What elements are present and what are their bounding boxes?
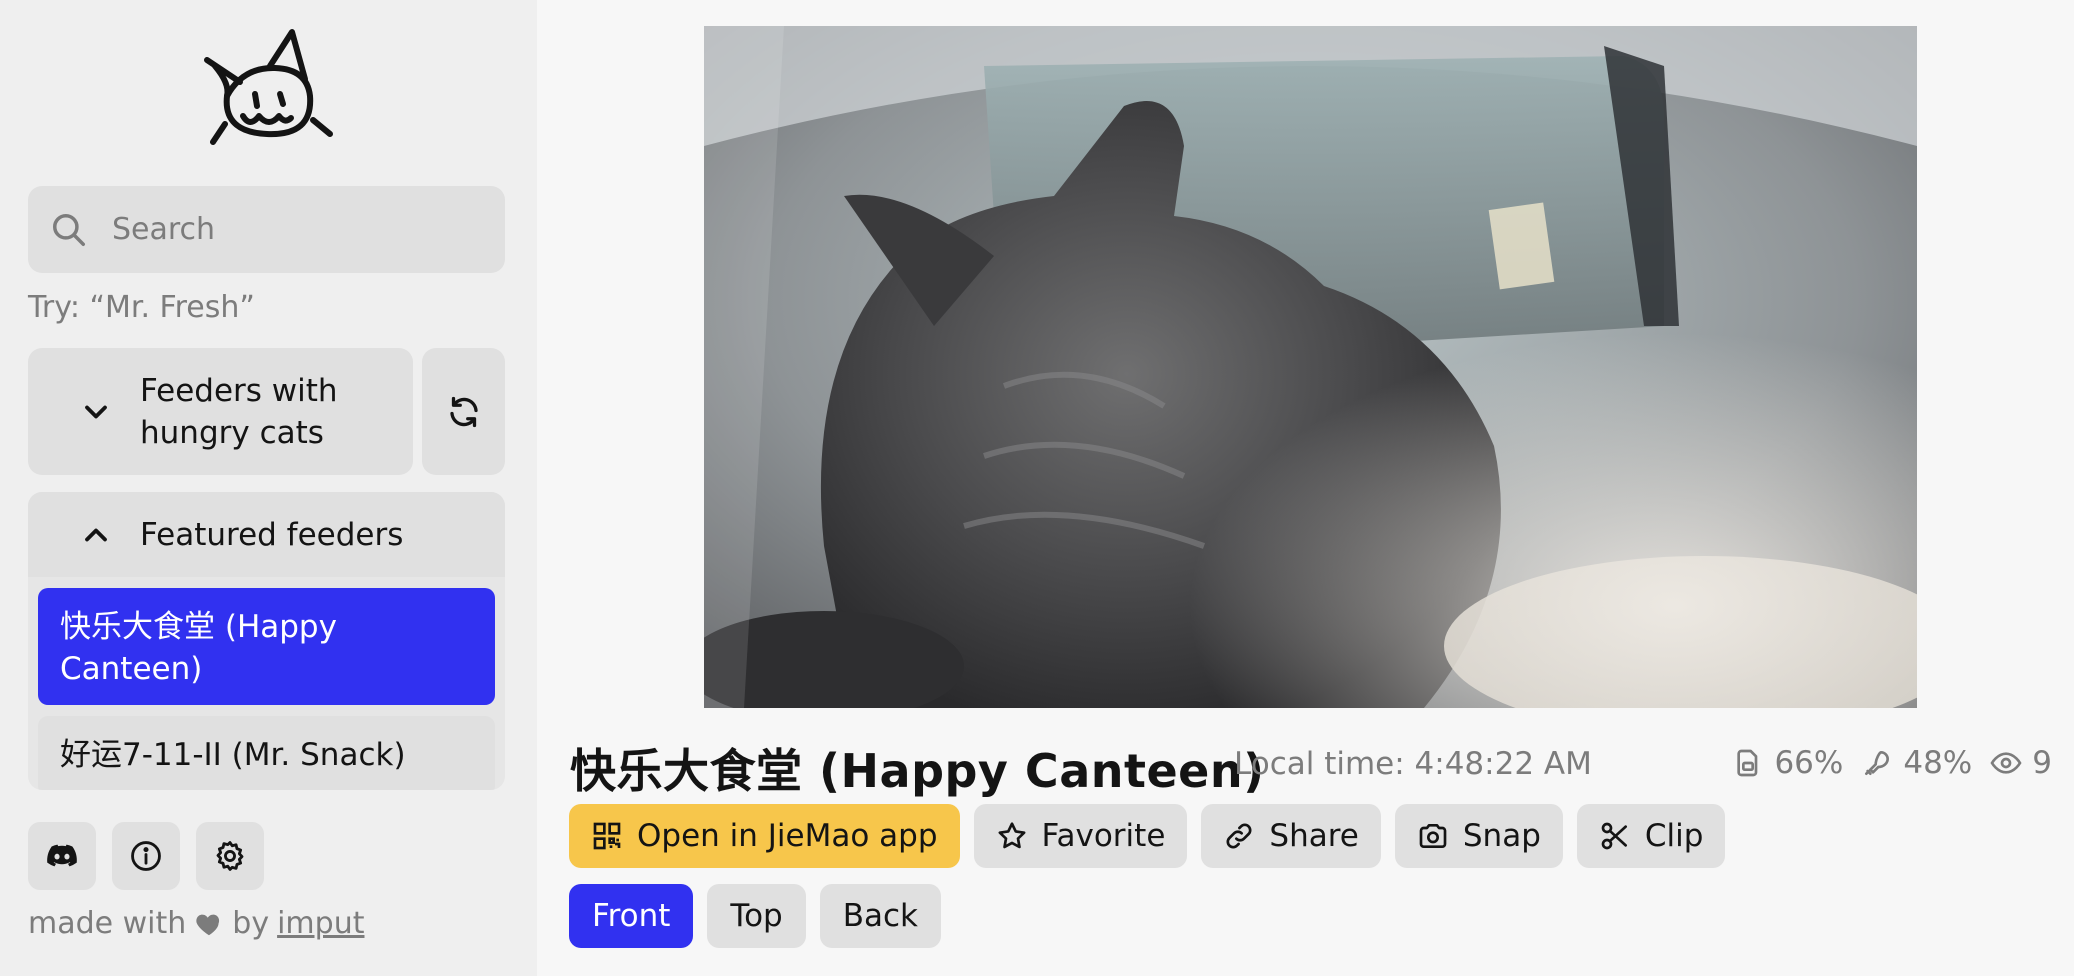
refresh-icon <box>449 396 478 427</box>
clip-button[interactable]: Clip <box>1576 804 1726 868</box>
drumstick-icon <box>1865 751 1890 775</box>
local-time: Local time: 4:48:22 AM <box>1234 746 1592 782</box>
star-icon <box>998 822 1025 849</box>
scissors-icon <box>1601 822 1627 850</box>
camera-feed-image <box>704 26 1917 708</box>
search-input[interactable] <box>112 212 492 247</box>
feeder-item-happy-canteen[interactable]: 快乐大食堂 (Happy Canteen) <box>38 588 495 705</box>
search-icon <box>53 213 85 246</box>
clip-label: Clip <box>1644 818 1704 854</box>
credits: made with by imput <box>28 906 364 941</box>
search-hint: Try: “Mr. Fresh” <box>28 290 255 325</box>
viewers-value: 9 <box>2032 745 2052 781</box>
eye-icon <box>1990 752 2022 774</box>
featured-feeders-section: Featured feeders 快乐大食堂 (Happy Canteen) 好… <box>28 492 505 790</box>
favorite-button[interactable]: Favorite <box>973 804 1188 868</box>
search-box[interactable] <box>28 186 505 273</box>
viewers-stat: 9 <box>1990 745 2052 781</box>
feeder-item-mr-snack[interactable]: 好运7-11-II (Mr. Snack) <box>38 716 495 790</box>
settings-button[interactable] <box>196 822 264 890</box>
camera-top-button[interactable]: Top <box>707 884 806 948</box>
hungry-feeders-label: Feeders with hungry cats <box>140 372 338 451</box>
favorite-label: Favorite <box>1041 818 1166 854</box>
snap-label: Snap <box>1462 818 1541 854</box>
chevron-up-icon <box>85 528 107 541</box>
cat-logo-icon[interactable] <box>195 24 335 154</box>
sidebar: Try: “Mr. Fresh” Feeders with hungry cat… <box>0 0 537 976</box>
gear-icon <box>216 841 244 871</box>
featured-feeders-toggle[interactable]: Featured feeders <box>28 492 505 577</box>
camera-icon <box>1419 824 1447 848</box>
open-in-app-button[interactable]: Open in JieMao app <box>569 804 960 868</box>
battery-level-stat: 48% <box>1861 745 1972 781</box>
share-button[interactable]: Share <box>1201 804 1381 868</box>
heart-icon <box>196 914 220 935</box>
discord-icon <box>47 844 77 867</box>
credits-by: by <box>232 906 270 941</box>
camera-selector: Front Top Back <box>569 884 941 948</box>
author-link[interactable]: imput <box>277 906 364 941</box>
refresh-button[interactable] <box>422 348 505 475</box>
open-in-app-label: Open in JieMao app <box>637 818 938 854</box>
chevron-down-icon <box>85 405 107 418</box>
info-icon <box>131 841 161 871</box>
camera-back-button[interactable]: Back <box>819 884 941 948</box>
feeder-title: 快乐大食堂 (Happy Canteen) <box>570 744 1265 798</box>
camera-front-button[interactable]: Front <box>569 884 694 948</box>
hungry-feeders-toggle[interactable]: Feeders with hungry cats <box>28 348 413 475</box>
battery-level-value: 48% <box>1903 745 1973 781</box>
discord-button[interactable] <box>28 822 96 890</box>
action-toolbar: Open in JieMao app Favorite Share Snap C… <box>569 804 1726 868</box>
qr-code-icon <box>593 822 621 850</box>
info-button[interactable] <box>112 822 180 890</box>
credits-made-with: made with <box>28 906 187 941</box>
featured-feeders-label: Featured feeders <box>140 516 404 553</box>
feeder-stats: 66% 48% 9 <box>1714 745 2052 781</box>
share-label: Share <box>1269 818 1359 854</box>
food-level-stat: 66% <box>1732 745 1843 781</box>
camera-feed <box>704 26 1917 708</box>
link-icon <box>1226 823 1252 849</box>
food-container-icon <box>1737 749 1758 777</box>
snap-button[interactable]: Snap <box>1394 804 1563 868</box>
food-level-value: 66% <box>1774 745 1844 781</box>
